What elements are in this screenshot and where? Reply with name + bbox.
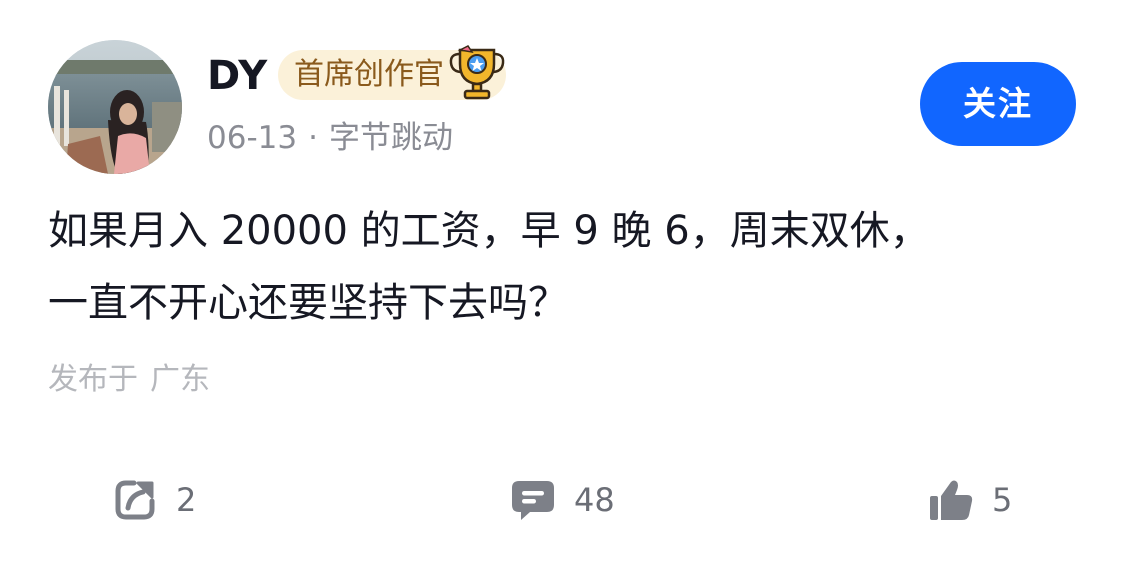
- location-prefix: 发布于: [48, 362, 138, 397]
- share-arrow-icon: [115, 480, 155, 520]
- avatar[interactable]: [48, 40, 182, 174]
- like-count: 5: [992, 481, 1013, 519]
- comment-bubble-icon: [512, 481, 554, 520]
- comment-button[interactable]: 48: [510, 474, 615, 526]
- share-button[interactable]: 2: [112, 474, 196, 526]
- post-meta: 06-13 · 字节跳动: [207, 116, 453, 160]
- post-date: 06-13: [207, 120, 298, 156]
- post-content-line-2: 一直不开心还要坚持下去吗？: [48, 280, 568, 326]
- badge-label: 首席创作官: [294, 57, 444, 92]
- post-card: DY 首席创作官 06-13 · 字节跳动 关注 如果月入 20000 的工资，早 …: [0, 0, 1125, 575]
- author-company[interactable]: 字节跳动: [329, 120, 453, 156]
- thumbs-up-icon: [930, 480, 973, 520]
- post-content[interactable]: 如果月入 20000 的工资，早 9 晚 6，周末双休， 一直不开心还要坚持下去…: [48, 195, 1058, 339]
- author-name[interactable]: DY: [207, 52, 268, 100]
- trophy-icon: [449, 45, 505, 100]
- like-button[interactable]: 5: [928, 474, 1012, 526]
- comment-count: 48: [574, 481, 615, 519]
- post-location: 发布于 广东: [48, 358, 210, 402]
- avatar-photo: [48, 40, 182, 174]
- post-content-line-1: 如果月入 20000 的工资，早 9 晚 6，周末双休，: [48, 208, 930, 254]
- location-name: 广东: [150, 362, 210, 397]
- follow-button[interactable]: 关注: [920, 62, 1076, 146]
- creator-badge[interactable]: 首席创作官: [278, 45, 506, 100]
- share-count: 2: [176, 481, 197, 519]
- meta-separator: ·: [308, 120, 318, 156]
